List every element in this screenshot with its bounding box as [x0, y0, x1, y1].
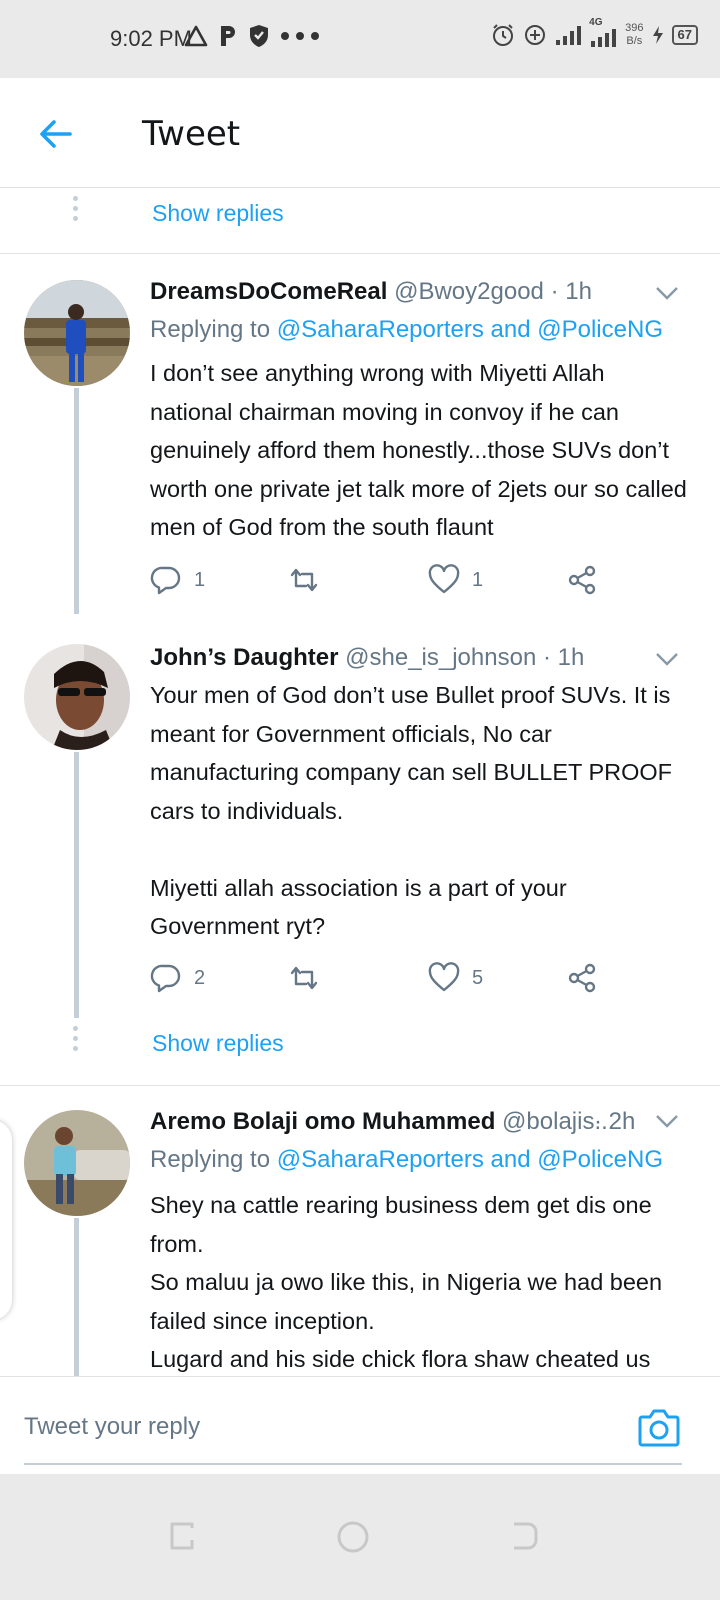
- system-nav-bar: [0, 1474, 720, 1600]
- network-speed: 396 B/s: [625, 22, 644, 47]
- share-icon: [568, 565, 596, 595]
- reply-count: 2: [194, 966, 206, 989]
- page-title: Tweet: [142, 114, 241, 154]
- charging-icon: [652, 26, 663, 44]
- home-icon[interactable]: [336, 1520, 370, 1554]
- thread-line: [74, 1218, 79, 1376]
- tweet-header: DreamsDoComeReal @Bwoy2good · 1h: [150, 278, 676, 306]
- chevron-down-icon[interactable]: [654, 1108, 680, 1134]
- reply-button[interactable]: 1: [150, 564, 205, 596]
- show-replies-row: Show replies: [0, 188, 720, 254]
- mention-link[interactable]: @SaharaReporters and @PoliceNG: [277, 1146, 663, 1173]
- camera-icon[interactable]: [638, 1407, 680, 1447]
- tweet-text: Your men of God don’t use Bullet proof S…: [150, 682, 673, 939]
- back-arrow-icon[interactable]: [36, 114, 76, 154]
- share-icon: [568, 963, 596, 993]
- show-replies-link[interactable]: Show replies: [152, 1030, 284, 1057]
- show-replies-link[interactable]: Show replies: [152, 200, 284, 227]
- tweet-item[interactable]: Aremo Bolaji omo Muhammed @bolajis... · …: [0, 1086, 720, 1376]
- tweet-header: Aremo Bolaji omo Muhammed @bolajis...: [150, 1108, 638, 1136]
- retweet-button[interactable]: [288, 564, 332, 596]
- battery-level: 67: [671, 25, 698, 45]
- tweet-item[interactable]: DreamsDoComeReal @Bwoy2good · 1h Replyin…: [0, 254, 720, 614]
- share-button[interactable]: [566, 564, 598, 596]
- avatar[interactable]: [24, 280, 130, 386]
- show-replies-row: Show replies: [0, 1018, 720, 1086]
- thread-dots: [73, 196, 79, 226]
- retweet-icon: [290, 568, 318, 592]
- shield-icon: [250, 25, 268, 47]
- avatar[interactable]: [24, 1110, 130, 1216]
- tweet-actions: 1 1: [150, 564, 610, 604]
- alarm-icon: [493, 24, 514, 46]
- thread-dots: [73, 1026, 79, 1056]
- like-count: 1: [472, 568, 484, 591]
- tweet-header: John’s Daughter @she_is_johnson · 1h: [150, 644, 676, 672]
- reply-input[interactable]: Tweet your reply: [24, 1413, 200, 1441]
- tweet-actions: 2 5: [150, 962, 610, 1002]
- user-handle[interactable]: @Bwoy2good: [394, 278, 544, 305]
- parking-app-icon: [221, 26, 235, 46]
- replying-to: Replying to @SaharaReporters and @Police…: [150, 1146, 663, 1173]
- retweet-button[interactable]: [288, 962, 332, 994]
- back-icon[interactable]: [506, 1520, 540, 1554]
- share-button[interactable]: [566, 962, 598, 994]
- thread-line: [74, 388, 79, 614]
- tweet-time: · 1h: [550, 278, 592, 305]
- heart-icon: [428, 564, 460, 594]
- signal-4g-icon: 4G: [589, 17, 617, 47]
- tweet-text: Shey na cattle rearing business dem get …: [150, 1192, 663, 1372]
- heart-icon: [428, 962, 460, 992]
- avatar[interactable]: [24, 644, 130, 750]
- retweet-icon: [290, 966, 318, 990]
- reply-icon: [150, 566, 181, 595]
- tweet-item[interactable]: John’s Daughter @she_is_johnson · 1h You…: [0, 614, 720, 1018]
- status-time: 9:02 PM: [110, 26, 192, 51]
- reply-button[interactable]: 2: [150, 962, 205, 994]
- chevron-down-icon[interactable]: [654, 646, 680, 672]
- display-name[interactable]: DreamsDoComeReal: [150, 278, 387, 305]
- like-button[interactable]: 1: [428, 564, 483, 596]
- recent-apps-icon[interactable]: [166, 1520, 200, 1554]
- reply-composer: Tweet your reply: [0, 1376, 720, 1474]
- reply-count: 1: [194, 568, 206, 591]
- signal-icon: [556, 26, 582, 45]
- display-name[interactable]: John’s Daughter: [150, 644, 338, 671]
- replying-to: Replying to @SaharaReporters and @Police…: [150, 316, 663, 343]
- like-button[interactable]: 5: [428, 962, 483, 994]
- tweet-thread[interactable]: Show replies DreamsDoComeReal @Bwoy2good…: [0, 188, 720, 1376]
- tweet-text: I don’t see anything wrong with Miyetti …: [150, 360, 687, 540]
- more-notifications-icon: [281, 32, 319, 40]
- tweet-time: · 2h: [594, 1108, 636, 1135]
- mention-link[interactable]: @SaharaReporters and @PoliceNG: [277, 316, 663, 343]
- warning-icon: [184, 25, 208, 47]
- chevron-down-icon[interactable]: [654, 280, 680, 306]
- edge-panel-handle[interactable]: [0, 1120, 12, 1320]
- app-header: Tweet: [0, 78, 720, 188]
- reply-icon: [150, 964, 181, 993]
- like-count: 5: [472, 966, 484, 989]
- thread-line: [74, 752, 79, 1018]
- display-name[interactable]: Aremo Bolaji omo Muhammed: [150, 1108, 495, 1135]
- user-handle[interactable]: @she_is_johnson: [345, 644, 536, 671]
- reply-underline: [24, 1463, 682, 1465]
- tweet-time: · 1h: [542, 644, 585, 671]
- status-bar: 9:02 PM 4G 396 B/s 67: [0, 0, 720, 78]
- data-saver-icon: [525, 25, 546, 45]
